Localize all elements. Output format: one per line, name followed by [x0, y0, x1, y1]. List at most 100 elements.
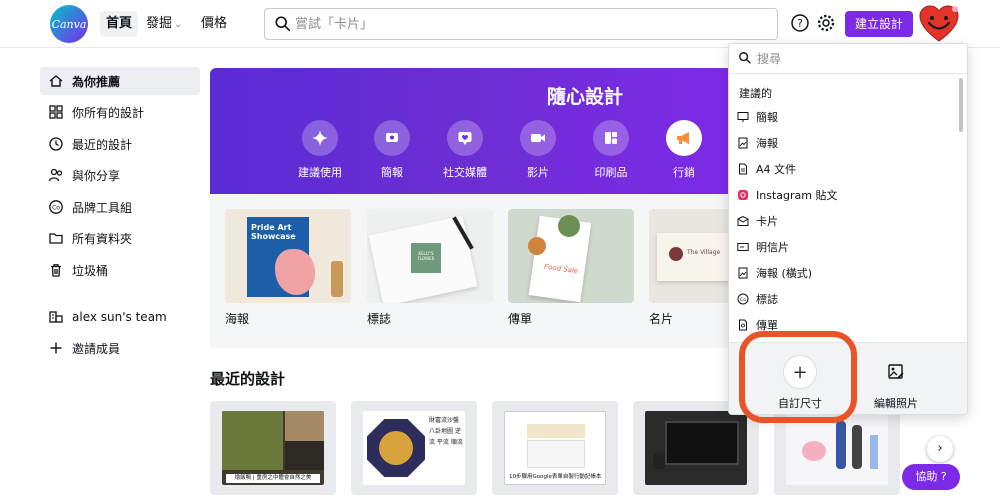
nav-pricing[interactable]: 價格 [195, 11, 233, 37]
flyer-icon [739, 319, 747, 331]
dropdown-item-postcard[interactable]: 明信片 [737, 236, 947, 258]
template-label: 傳單 [508, 312, 533, 326]
template-thumbnail [657, 233, 730, 281]
thumb-monitor [665, 421, 739, 465]
category-presentation[interactable]: 簡報 [352, 120, 432, 180]
image-edit-icon [888, 364, 904, 379]
sidebar-item-label: 最近的設計 [72, 137, 133, 152]
card-icon [737, 215, 749, 226]
recent-design-card[interactable]: 財富流沙盤 八卦地圖 逆流 平流 順流 [351, 401, 477, 495]
dropdown-scrollbar[interactable] [958, 74, 964, 384]
scrollbar-thumb[interactable] [959, 78, 963, 132]
postcard-icon [737, 243, 749, 251]
custom-size-highlight-outline [739, 331, 857, 423]
dropdown-item-label: 卡片 [756, 215, 778, 228]
share-people-icon [48, 168, 63, 182]
dropdown-item-logo[interactable]: Co 標誌 [737, 288, 947, 310]
print-icon [605, 132, 617, 144]
sidebar-item-team[interactable]: alex sun's team [40, 303, 200, 331]
document-icon [739, 163, 747, 175]
sidebar-item-brand-kit[interactable]: Co 品牌工具組 [40, 193, 200, 221]
dropdown-item-card[interactable]: 卡片 [737, 210, 947, 232]
category-marketing[interactable]: 行銷 [644, 120, 724, 180]
nav-discover-label: 發掘 [146, 16, 173, 31]
sidebar-item-label: 品牌工具組 [72, 200, 133, 215]
card-logo [669, 247, 683, 261]
sidebar-item-shared[interactable]: 與你分享 [40, 161, 200, 189]
sidebar-item-all-designs[interactable]: 你所有的設計 [40, 98, 200, 126]
dropdown-item-label: 簡報 [756, 111, 778, 124]
sidebar-item-trash[interactable]: 垃圾桶 [40, 256, 200, 284]
nav-discover[interactable]: 發掘 ⌄ [140, 11, 188, 37]
category-label: 簡報 [381, 166, 403, 179]
presentation-icon [386, 133, 398, 142]
carousel-next-button[interactable]: › [927, 436, 953, 462]
create-design-button[interactable]: 建立設計 [845, 11, 913, 37]
design-banner: 隨心設計 建議使用 簡報 社交媒體 影片 印刷品 行銷 [210, 68, 730, 194]
gear-icon[interactable] [816, 13, 836, 33]
logo-icon: Co [737, 293, 749, 305]
category-circle [520, 120, 556, 156]
instagram-icon [738, 190, 748, 200]
help-icon[interactable]: ? [790, 13, 810, 33]
dropdown-item-a4[interactable]: A4 文件 [737, 158, 947, 180]
search-bar[interactable] [264, 8, 778, 40]
avatar[interactable] [917, 2, 961, 46]
category-social-media[interactable]: 社交媒體 [425, 120, 505, 180]
recent-design-card[interactable] [633, 401, 759, 495]
svg-text:?: ? [797, 17, 803, 30]
category-circle [447, 120, 483, 156]
presentation-icon [737, 112, 749, 122]
edit-photo-button[interactable]: 編輯照片 [851, 355, 941, 411]
category-video[interactable]: 影片 [498, 120, 578, 180]
recent-design-card[interactable]: 燴飯鴨 | 重房之中體會自然之美 [210, 401, 336, 495]
design-caption: 10步驟用Google表單自製行動記帳本 [509, 473, 601, 482]
template-label: 名片 [649, 312, 674, 326]
sparkle-icon [312, 130, 328, 146]
design-thumbnail [645, 411, 747, 485]
nav-home[interactable]: 首頁 [100, 11, 139, 37]
trash-icon [51, 264, 61, 277]
dropdown-item-presentation[interactable]: 簡報 [737, 106, 947, 128]
category-print[interactable]: 印刷品 [571, 120, 651, 180]
home-icon [49, 75, 63, 87]
category-label: 印刷品 [594, 166, 628, 179]
thumb-person [852, 425, 862, 469]
flyer-food [558, 215, 580, 237]
category-circle [666, 120, 702, 156]
sidebar-item-label: 你所有的設計 [72, 105, 145, 120]
design-caption: 燴飯鴨 | 重房之中體會自然之美 [226, 474, 320, 483]
template-card-poster[interactable]: Pride Art Showcase [225, 209, 351, 303]
search-input[interactable] [295, 13, 765, 35]
megaphone-icon [677, 132, 689, 144]
category-suggested[interactable]: 建議使用 [280, 120, 360, 180]
template-card-flyer[interactable]: Food Sale [508, 209, 634, 303]
poster-shape [275, 249, 315, 295]
dropdown-item-label: 海報 (橫式) [756, 267, 813, 280]
dropdown-item-instagram[interactable]: Instagram 貼文 [737, 184, 947, 206]
template-card-logo[interactable]: KELLY'S FLOWER [367, 209, 493, 303]
clock-icon [49, 137, 63, 151]
dropdown-item-poster-landscape[interactable]: 海報 (橫式) [737, 262, 947, 284]
template-card-business-card[interactable]: The Village [649, 209, 730, 303]
category-label: 行銷 [673, 166, 695, 179]
assist-button[interactable]: 協助 ? [902, 464, 960, 490]
canva-logo[interactable]: Canva [50, 5, 88, 43]
team-icon [49, 311, 63, 323]
recent-design-card[interactable]: 10步驟用Google表單自製行動記帳本 [492, 401, 618, 495]
dropdown-search[interactable] [729, 44, 967, 74]
sidebar-item-label: alex sun's team [72, 310, 167, 324]
svg-text:Co: Co [52, 205, 60, 212]
sidebar-item-invite[interactable]: 邀請成員 [40, 334, 200, 362]
sidebar-item-folders[interactable]: 所有資料夾 [40, 224, 200, 252]
sidebar-item-label: 垃圾桶 [72, 263, 109, 278]
thumb-food [285, 411, 324, 441]
dropdown-item-poster[interactable]: 海報 [737, 132, 947, 154]
sidebar-item-recent[interactable]: 最近的設計 [40, 130, 200, 158]
folder-icon [49, 233, 63, 244]
plus-icon [50, 342, 62, 354]
search-icon [275, 16, 291, 32]
sidebar-item-recommended[interactable]: 為你推薦 [40, 67, 200, 95]
dropdown-search-input[interactable] [757, 50, 957, 68]
template-carousel: Pride Art Showcase 海報 KELLY'S FLOWER 標誌 … [210, 194, 730, 348]
